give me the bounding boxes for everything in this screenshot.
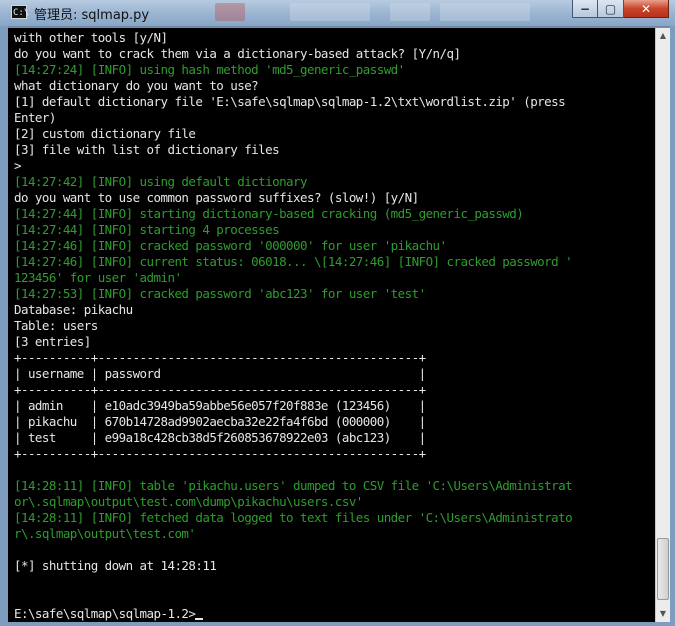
- console-line: [14:28:11] [INFO] table 'pikachu.users' …: [14, 478, 573, 493]
- console-lines: with other tools [y/N] do you want to cra…: [14, 30, 654, 622]
- console-line: [14:27:44] [INFO] starting dictionary-ba…: [14, 206, 524, 221]
- console-line: [1] default dictionary file 'E:\safe\sql…: [14, 94, 566, 109]
- title-bar[interactable]: C:\ 管理员: sqlmap.py − ▢ ✕: [0, 0, 675, 27]
- console-line: [14:27:46] [INFO] cracked password '0000…: [14, 238, 447, 253]
- console-line: [3 entries]: [14, 334, 91, 349]
- console-line: +----------+----------------------------…: [14, 350, 426, 365]
- blurred-taskbar-ghost: [440, 3, 530, 21]
- console-line: | username | password |: [14, 366, 426, 381]
- console-line: do you want to crack them via a dictiona…: [14, 46, 461, 61]
- console-line: r\.sqlmap\output\test.com': [14, 526, 196, 541]
- console-line: [14:27:46] [INFO] current status: 06018.…: [14, 254, 573, 269]
- window-frame-right: [670, 26, 675, 626]
- minimize-button[interactable]: −: [572, 0, 598, 18]
- console-line: Enter): [14, 110, 56, 125]
- console-line: do you want to use common password suffi…: [14, 190, 419, 205]
- scroll-down-icon[interactable]: ▼: [656, 606, 670, 622]
- console-line: [3] file with list of dictionary files: [14, 142, 280, 157]
- console-window: C:\ 管理员: sqlmap.py − ▢ ✕ with other tool…: [0, 0, 675, 626]
- console-line: | pikachu | 670b14728ad9902aecba32e22fa4…: [14, 414, 426, 429]
- console-line: +----------+----------------------------…: [14, 382, 426, 397]
- window-frame-left: [0, 26, 8, 626]
- cmd-console-icon[interactable]: C:\: [11, 5, 29, 19]
- vertical-scrollbar[interactable]: ▲ ▼: [655, 28, 670, 622]
- console-line: >: [14, 158, 22, 173]
- console-line: E:\safe\sqlmap\sqlmap-1.2>: [14, 606, 654, 622]
- close-button[interactable]: ✕: [624, 0, 669, 18]
- console-output-area[interactable]: with other tools [y/N] do you want to cra…: [8, 28, 655, 622]
- blurred-taskbar-ghost: [290, 3, 370, 21]
- console-line: Database: pikachu: [14, 302, 133, 317]
- scroll-up-icon[interactable]: ▲: [656, 28, 670, 44]
- console-line: 123456' for user 'admin': [14, 270, 182, 285]
- maximize-button[interactable]: ▢: [598, 0, 624, 18]
- window-title: 管理员: sqlmap.py: [34, 8, 150, 23]
- console-line: [2] custom dictionary file: [14, 126, 196, 141]
- console-line: what dictionary do you want to use?: [14, 78, 259, 93]
- scrollbar-thumb[interactable]: [657, 538, 669, 600]
- console-line: | admin | e10adc3949ba59abbe56e057f20f88…: [14, 398, 426, 413]
- console-line: [14:27:53] [INFO] cracked password 'abc1…: [14, 286, 426, 301]
- console-line: [*] shutting down at 14:28:11: [14, 558, 217, 573]
- caption-buttons: − ▢ ✕: [572, 0, 669, 20]
- console-line: [14:27:24] [INFO] using hash method 'md5…: [14, 62, 405, 77]
- console-line: [14:28:11] [INFO] fetched data logged to…: [14, 510, 573, 525]
- console-line: [14:27:44] [INFO] starting 4 processes: [14, 222, 280, 237]
- console-line: +----------+----------------------------…: [14, 446, 426, 461]
- window-frame-bottom: [0, 622, 675, 626]
- console-line: Table: users: [14, 318, 98, 333]
- console-line: or\.sqlmap\output\test.com\dump\pikachu\…: [14, 494, 363, 509]
- console-line: | test | e99a18c428cb38d5f260853678922e0…: [14, 430, 426, 445]
- console-line: with other tools [y/N]: [14, 30, 168, 45]
- blurred-taskbar-ghost: [390, 3, 430, 21]
- text-cursor: [195, 618, 204, 620]
- console-line: [14:27:42] [INFO] using default dictiona…: [14, 174, 308, 189]
- blurred-taskbar-ghost: [215, 3, 245, 21]
